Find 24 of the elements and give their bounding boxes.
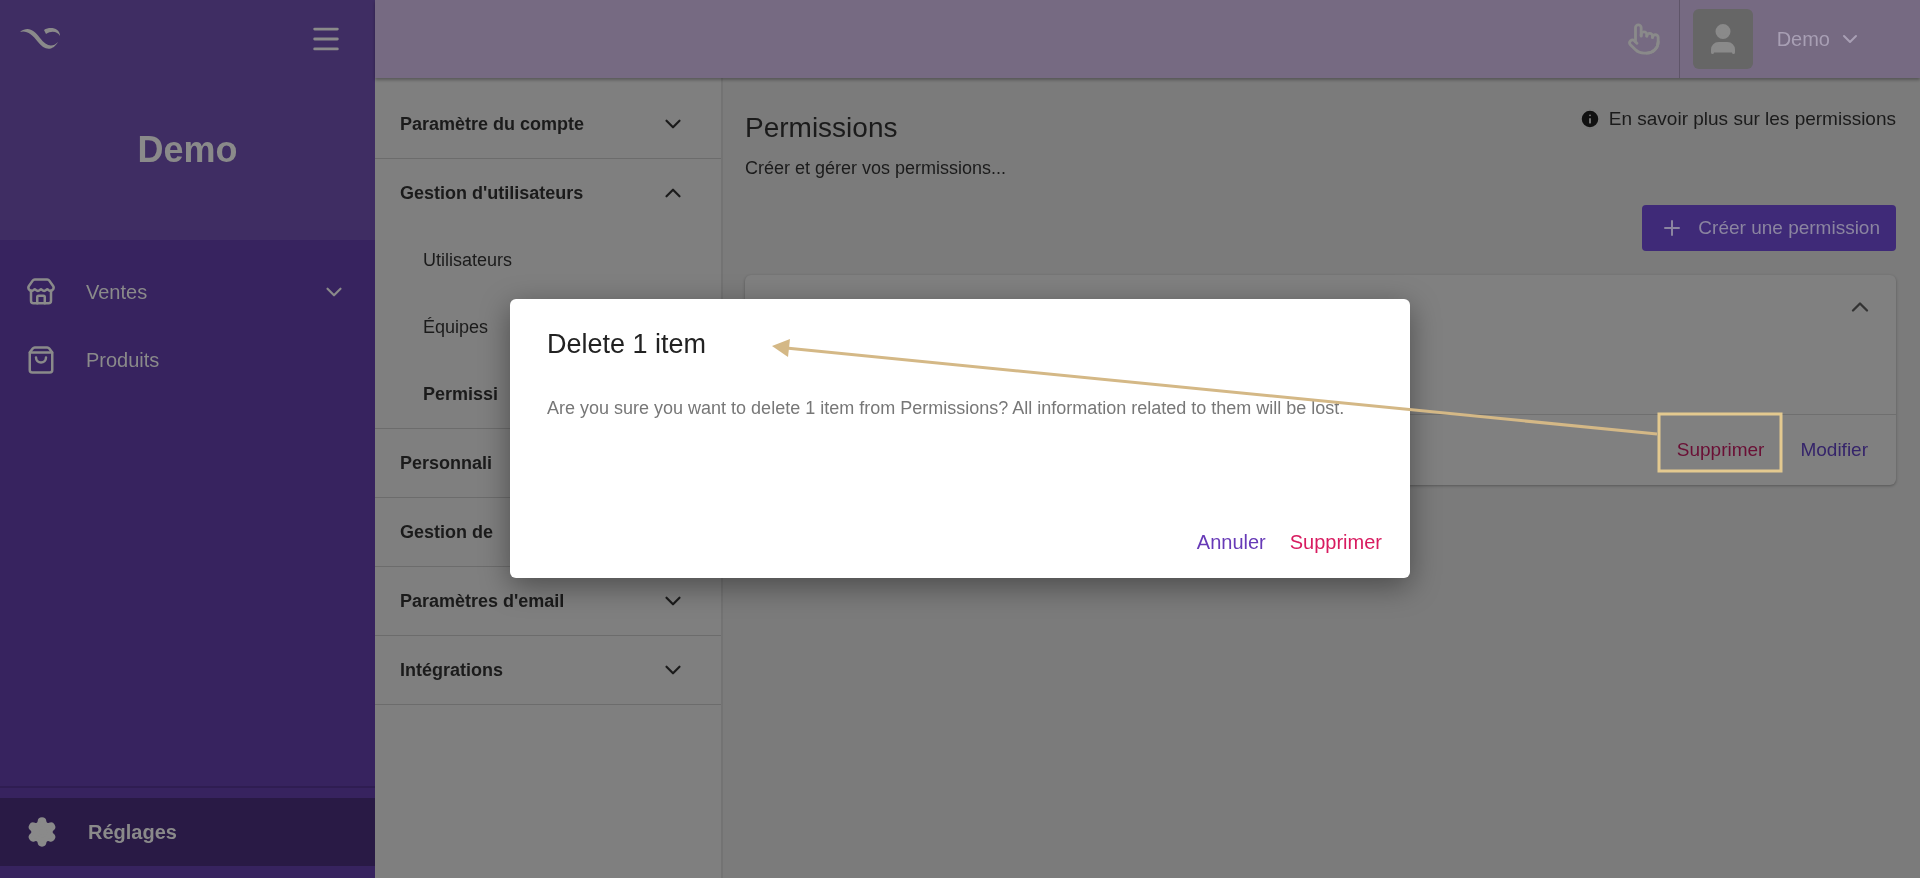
nav-item[interactable]: Ventes xyxy=(86,280,291,304)
delete-button[interactable]: Supprimer xyxy=(1664,431,1777,469)
page-title: Permissions xyxy=(745,112,899,144)
shopping-bag-icon xyxy=(26,345,56,375)
edit-button[interactable]: Modifier xyxy=(1788,431,1880,469)
dialog-message: Are you sure you want to delete 1 item from Permissions? All information related to them will be lost. xyxy=(547,397,1346,420)
info-link[interactable]: En savoir plus sur les permissions xyxy=(1578,108,1896,130)
menu-section[interactable]: Paramètres d'email xyxy=(400,590,660,612)
page-subtitle: Créer et gérer vos permissions... xyxy=(745,158,1007,179)
create-button[interactable]: Créer une permission xyxy=(1642,205,1896,251)
menu-section[interactable]: Gestion d'utilisateurs xyxy=(400,182,660,204)
menu-item[interactable]: Utilisateurs xyxy=(375,227,721,294)
info-icon xyxy=(1578,108,1601,130)
cancel-button[interactable]: Annuler xyxy=(1192,525,1270,560)
logo-icon xyxy=(18,26,62,52)
delete-button[interactable]: Supprimer xyxy=(1285,525,1386,560)
store-icon xyxy=(26,277,56,307)
settings-nav-item[interactable]: Réglages xyxy=(0,798,375,866)
brand-name: Demo xyxy=(137,129,238,171)
menu-section[interactable]: Intégrations xyxy=(400,659,660,681)
nav-item[interactable]: Produits xyxy=(86,348,347,372)
menu-section[interactable]: Paramètre du compte xyxy=(400,113,660,135)
dialog-title: Delete 1 item xyxy=(547,329,708,360)
settings-icon xyxy=(26,816,58,848)
